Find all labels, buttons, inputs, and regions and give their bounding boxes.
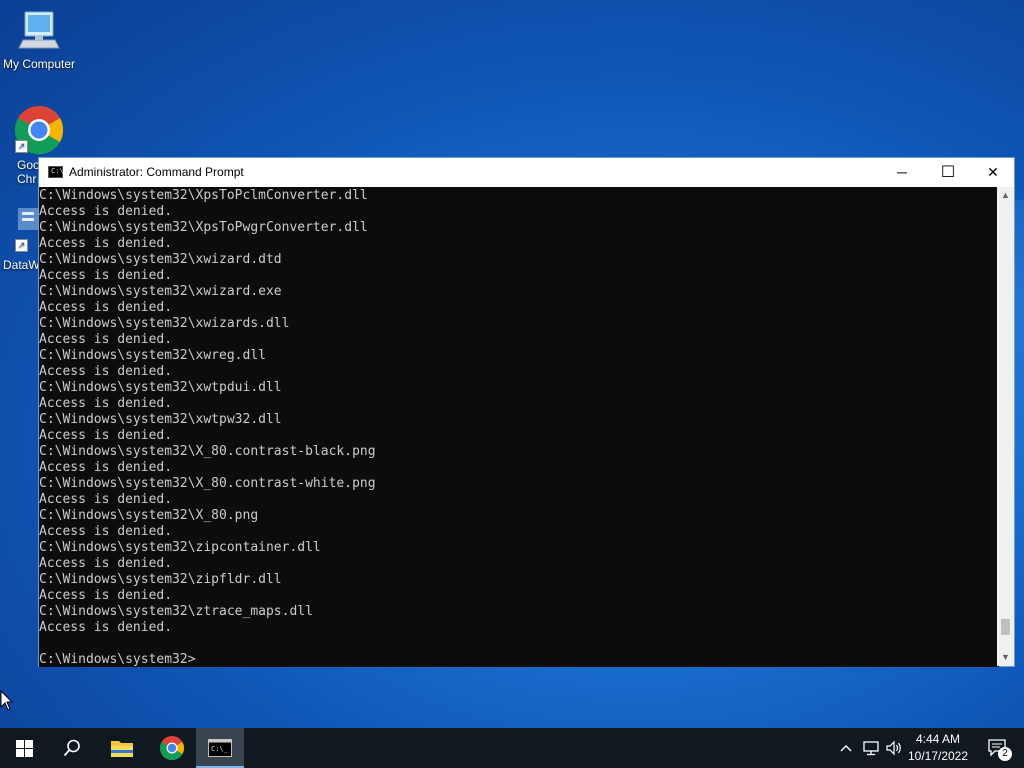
console-line: Access is denied. [39,396,173,411]
mouse-cursor-icon [0,690,14,711]
console-line: Access is denied. [39,460,173,475]
console-line: C:\Windows\system32\xwizard.dtd [39,252,282,267]
console-line: Access is denied. [39,236,173,251]
console-line: C:\Windows\system32\xwreg.dll [39,348,266,363]
console-output[interactable]: C:\Windows\system32\XpsToPclmConverter.d… [39,187,999,667]
console-line: C:\Windows\system32\X_80.contrast-white.… [39,476,376,491]
taskbar: C:\_ 4:44 AM 10/17/2022 2 [0,728,1024,768]
console-line: Access is denied. [39,428,173,443]
svg-text:C:\_: C:\_ [211,745,229,753]
console-line: C:\Windows\system32\zipcontainer.dll [39,540,321,555]
console-line: Access is denied. [39,332,173,347]
show-hidden-icons-button[interactable] [836,728,856,768]
scroll-up-arrow-icon[interactable]: ▲ [997,187,1014,204]
shortcut-arrow-icon: ↗ [15,140,28,153]
console-line: C:\Windows\system32\XpsToPclmConverter.d… [39,188,368,203]
command-prompt-taskbar-button[interactable]: C:\_ [196,728,244,768]
desktop-icon-label: My Computer [2,57,76,71]
chevron-up-icon [840,745,852,752]
windows-logo-icon [15,739,33,757]
desktop-icon-dataw[interactable]: ↗ DataW [0,204,40,272]
console-line: Access is denied. [39,524,173,539]
network-icon [863,741,879,756]
clock-time: 4:44 AM [915,732,961,746]
vertical-scrollbar[interactable]: ▲ ▼ [997,187,1014,666]
search-button[interactable] [48,728,96,768]
shortcut-arrow-icon: ↗ [15,239,28,252]
console-line: Access is denied. [39,300,173,315]
notification-count-badge: 2 [998,747,1012,761]
scrollbar-thumb[interactable] [1001,619,1010,635]
console-line: Access is denied. [39,492,173,507]
desktop: My Computer ↗ Goo Chr ↗ DataW C:\ Admini… [0,0,1024,768]
cmd-icon: C:\_ [208,739,232,757]
start-button[interactable] [0,728,48,768]
console-line: Access is denied. [39,556,173,571]
desktop-icon-my-computer[interactable]: My Computer [0,8,78,71]
window-titlebar[interactable]: C:\ Administrator: Command Prompt ─ ☐ ✕ [39,158,1014,187]
console-line: C:\Windows\system32\X_80.png [39,508,259,523]
console-line: Access is denied. [39,204,173,219]
desktop-icon-label: Goo Chr [17,158,40,186]
console-line: C:\Windows\system32\ztrace_maps.dll [39,604,313,619]
console-line: C:\Windows\system32> [39,652,196,667]
console-line: C:\Windows\system32\xwizard.exe [39,284,282,299]
chrome-icon [159,736,185,761]
chrome-taskbar-button[interactable] [148,728,196,768]
file-explorer-button[interactable] [98,728,146,768]
window-title: Administrator: Command Prompt [69,165,244,179]
console-line: Access is denied. [39,268,173,283]
console-line: C:\Windows\system32\X_80.contrast-black.… [39,444,376,459]
console-line: Access is denied. [39,620,173,635]
close-button[interactable]: ✕ [970,158,1016,187]
console-line: Access is denied. [39,588,173,603]
cmd-icon: C:\ [48,166,64,178]
action-center-button[interactable]: 2 [978,728,1018,768]
console-line: C:\Windows\system32\XpsToPwgrConverter.d… [39,220,368,235]
computer-icon [18,11,60,49]
command-prompt-window[interactable]: C:\ Administrator: Command Prompt ─ ☐ ✕ … [38,157,1015,667]
desktop-icon-google-chrome[interactable]: ↗ Goo Chr [0,104,64,186]
console-line: C:\Windows\system32\xwizards.dll [39,316,290,331]
minimize-button[interactable]: ─ [879,158,925,187]
maximize-button[interactable]: ☐ [925,158,971,187]
console-line: C:\Windows\system32\zipfldr.dll [39,572,282,587]
network-button[interactable] [860,728,882,768]
clock-date: 10/17/2022 [907,749,969,763]
scroll-down-arrow-icon[interactable]: ▼ [997,649,1014,666]
console-line: C:\Windows\system32\xwtpdui.dll [39,380,282,395]
search-icon [63,739,80,757]
folder-icon [111,741,133,757]
desktop-icon-label: DataW [3,258,40,272]
console-line: C:\Windows\system32\xwtpw32.dll [39,412,282,427]
taskbar-clock[interactable]: 4:44 AM 10/17/2022 [900,731,976,765]
console-line: Access is denied. [39,364,173,379]
